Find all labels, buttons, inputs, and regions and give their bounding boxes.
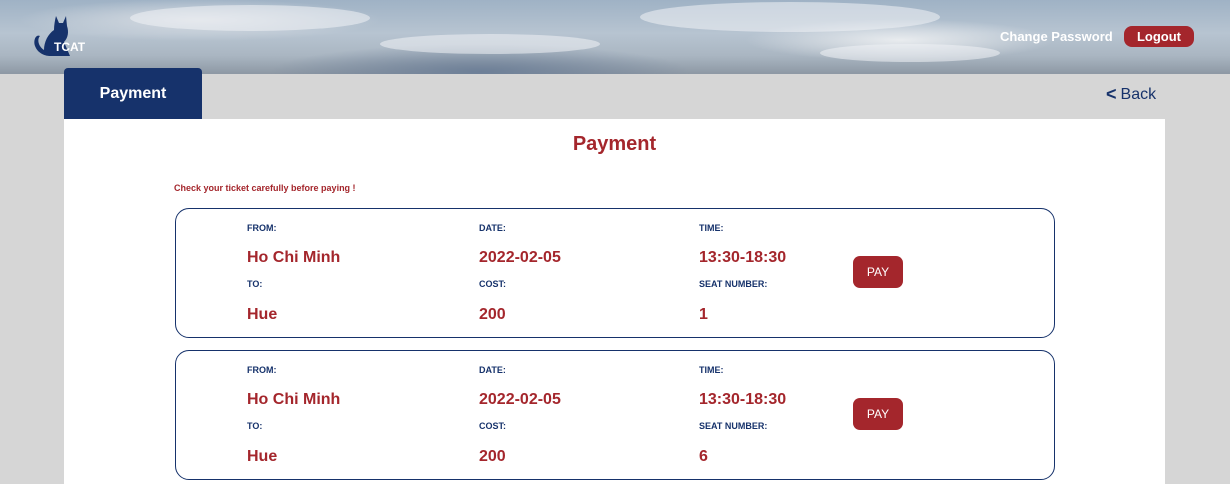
banner-cloud	[640, 2, 940, 32]
from-value: Ho Chi Minh	[247, 249, 341, 266]
to-value: Hue	[247, 448, 278, 465]
cost-label: COST:	[479, 279, 506, 289]
cost-value: 200	[479, 448, 506, 465]
pay-button[interactable]: PAY	[853, 398, 903, 430]
chevron-left-icon: <	[1106, 84, 1117, 104]
banner-cloud	[380, 34, 600, 54]
ticket-card: FROM: Ho Chi Minh TO: Hue DATE: 2022-02-…	[175, 350, 1055, 480]
pay-button[interactable]: PAY	[853, 256, 903, 288]
date-value: 2022-02-05	[479, 249, 561, 266]
to-value: Hue	[247, 306, 278, 323]
cost-label: COST:	[479, 421, 506, 431]
page-title: Payment	[572, 133, 657, 155]
back-label: Back	[1120, 85, 1157, 103]
logout-button[interactable]: Logout	[1124, 26, 1194, 47]
change-password-link[interactable]: Change Password	[1000, 29, 1113, 44]
seat-value: 6	[699, 448, 708, 465]
seat-label: SEAT NUMBER:	[699, 421, 768, 431]
time-value: 13:30-18:30	[699, 249, 787, 266]
logo-text: TCAT	[54, 40, 86, 54]
date-value: 2022-02-05	[479, 391, 561, 408]
banner-cloud	[130, 5, 370, 31]
payment-panel: Payment Check your ticket carefully befo…	[64, 119, 1165, 484]
to-label: TO:	[247, 421, 263, 431]
back-button[interactable]: < Back	[1106, 84, 1156, 105]
seat-value: 1	[699, 306, 708, 323]
from-value: Ho Chi Minh	[247, 391, 341, 408]
date-label: DATE:	[479, 223, 506, 233]
banner-cloud	[820, 44, 1000, 62]
header-banner: TCAT Change Password Logout	[0, 0, 1230, 74]
from-label: FROM:	[247, 223, 277, 233]
from-label: FROM:	[247, 365, 277, 375]
notice-text: Check your ticket carefully before payin…	[174, 183, 356, 193]
date-label: DATE:	[479, 365, 506, 375]
ticket-card: FROM: Ho Chi Minh TO: Hue DATE: 2022-02-…	[175, 208, 1055, 338]
seat-label: SEAT NUMBER:	[699, 279, 768, 289]
time-label: TIME:	[699, 365, 724, 375]
tab-payment[interactable]: Payment	[64, 68, 202, 119]
cost-value: 200	[479, 306, 506, 323]
time-label: TIME:	[699, 223, 724, 233]
time-value: 13:30-18:30	[699, 391, 787, 408]
to-label: TO:	[247, 279, 263, 289]
